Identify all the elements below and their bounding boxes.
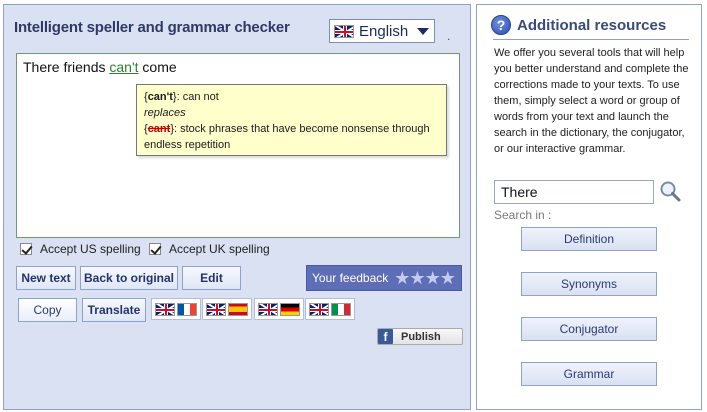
publish-label: Publish bbox=[401, 330, 441, 343]
es-flag-icon bbox=[228, 302, 248, 316]
us-spelling-label: Accept US spelling bbox=[40, 242, 141, 256]
uk-flag-icon bbox=[206, 302, 226, 316]
definition-button[interactable]: Definition bbox=[521, 227, 657, 251]
star-rating-icon: ★★★★ bbox=[394, 267, 456, 288]
uk-spelling-checkbox[interactable] bbox=[149, 243, 161, 255]
tooltip-suggestion-meaning: }: can not bbox=[172, 91, 219, 103]
text-editor[interactable]: There friends can't come {can't}: can no… bbox=[16, 53, 460, 238]
feedback-button[interactable]: Your feedback ★★★★ bbox=[306, 265, 462, 291]
resources-panel: ? Additional resources We offer you seve… bbox=[476, 4, 702, 410]
tooltip-suggestion: can't bbox=[147, 91, 173, 103]
dot-marker: . bbox=[447, 29, 451, 43]
translate-button[interactable]: Translate bbox=[82, 298, 146, 322]
facebook-icon: f bbox=[378, 329, 393, 344]
language-label: English bbox=[359, 22, 409, 40]
uk-spelling-label: Accept UK spelling bbox=[169, 242, 270, 256]
tooltip-suggestion-line: {can't}: can not bbox=[144, 89, 439, 105]
translate-en-it[interactable] bbox=[305, 298, 355, 320]
translate-en-fr[interactable] bbox=[151, 298, 201, 320]
it-flag-icon bbox=[331, 302, 351, 316]
uk-flag-icon bbox=[155, 302, 175, 316]
search-icon[interactable] bbox=[659, 180, 681, 202]
resources-description: We offer you several tools that will hel… bbox=[494, 47, 689, 155]
feedback-label: Your feedback bbox=[312, 271, 389, 285]
fr-flag-icon bbox=[177, 302, 197, 316]
copy-button[interactable]: Copy bbox=[18, 298, 77, 322]
app-title: Intelligent speller and grammar checker bbox=[14, 19, 290, 36]
flagged-word[interactable]: can't bbox=[109, 59, 138, 75]
title-divider bbox=[493, 39, 689, 40]
language-select[interactable]: English bbox=[329, 19, 435, 43]
chevron-down-icon bbox=[417, 28, 429, 35]
checker-panel: Intelligent speller and grammar checker … bbox=[3, 4, 471, 410]
uk-flag-icon bbox=[334, 24, 354, 38]
search-input[interactable] bbox=[494, 180, 654, 204]
grammar-button[interactable]: Grammar bbox=[521, 362, 657, 386]
de-flag-icon bbox=[280, 302, 300, 316]
tooltip-explanation-line: {cant}: stock phrases that have become n… bbox=[144, 121, 439, 153]
translate-en-es[interactable] bbox=[202, 298, 252, 320]
us-spelling-checkbox[interactable] bbox=[20, 243, 32, 255]
uk-flag-icon bbox=[258, 302, 278, 316]
translate-en-de[interactable] bbox=[254, 298, 304, 320]
publish-button[interactable]: f Publish bbox=[377, 328, 463, 345]
edit-button[interactable]: Edit bbox=[182, 266, 241, 290]
uk-flag-icon bbox=[309, 302, 329, 316]
editor-text[interactable]: There friends can't come bbox=[23, 59, 177, 75]
tooltip-explanation: }: stock phrases that have become nonsen… bbox=[144, 123, 430, 151]
search-in-label: Search in : bbox=[494, 208, 552, 222]
tooltip-struck-word: cant bbox=[147, 123, 171, 135]
resources-title-text: Additional resources bbox=[517, 16, 667, 34]
us-spelling-option[interactable]: Accept US spelling bbox=[20, 242, 141, 256]
editor-text-before: There friends bbox=[23, 59, 110, 75]
new-text-button[interactable]: New text bbox=[16, 266, 76, 290]
conjugator-button[interactable]: Conjugator bbox=[521, 317, 657, 341]
correction-tooltip: {can't}: can not replaces {cant}: stock … bbox=[136, 84, 447, 156]
editor-text-after: come bbox=[138, 59, 177, 75]
uk-spelling-option[interactable]: Accept UK spelling bbox=[149, 242, 270, 256]
help-icon: ? bbox=[491, 15, 511, 35]
resources-title: ? Additional resources bbox=[491, 15, 666, 35]
synonyms-button[interactable]: Synonyms bbox=[521, 272, 657, 296]
tooltip-replaces-label: replaces bbox=[144, 107, 186, 119]
back-to-original-button[interactable]: Back to original bbox=[80, 266, 178, 290]
